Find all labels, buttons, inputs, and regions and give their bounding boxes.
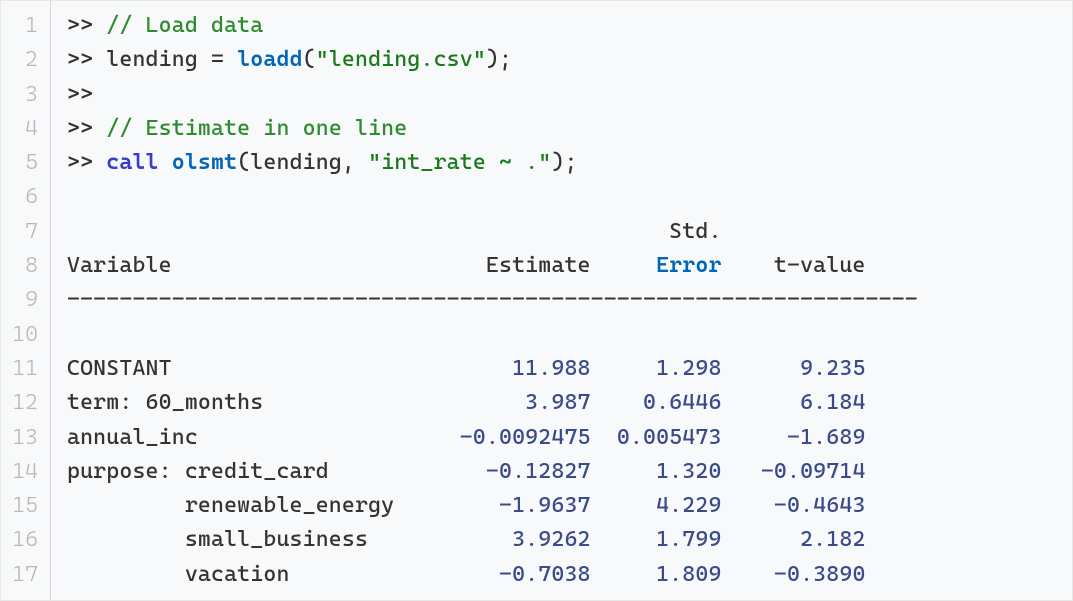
code-block: 1 2 3 4 5 6 7 8 9 10 11 12 13 14 15 16 1…: [0, 0, 1073, 601]
code-line-6: [67, 180, 1056, 214]
header-error-accent: Error: [656, 253, 721, 278]
output-row: purpose: credit_card -0.12827 1.320 -0.0…: [67, 455, 1056, 489]
arg: lending: [250, 150, 342, 175]
line-number: 8: [9, 249, 38, 283]
line-number: 15: [9, 489, 38, 523]
prompt: >>: [67, 150, 93, 175]
code-line-5: >> call olsmt(lending, "int_rate ~ .");: [67, 146, 1056, 180]
line-number: 4: [9, 112, 38, 146]
keyword-call: call: [106, 150, 158, 175]
output-row: annual_inc -0.0092475 0.005473 -1.689: [67, 421, 1056, 455]
comma: ,: [342, 150, 368, 175]
code-line-1: >> // Load data: [67, 9, 1056, 43]
line-number: 11: [9, 352, 38, 386]
function-call: loadd: [237, 47, 302, 72]
line-number: 12: [9, 386, 38, 420]
line-number: 2: [9, 43, 38, 77]
paren: );: [486, 47, 512, 72]
line-number: 6: [9, 180, 38, 214]
prompt: >>: [67, 13, 93, 38]
code-line-4: >> // Estimate in one line: [67, 112, 1056, 146]
prompt: >>: [67, 82, 93, 107]
line-number: 10: [9, 318, 38, 352]
line-number: 9: [9, 283, 38, 317]
string-literal: "int_rate ~ .": [368, 150, 551, 175]
string-literal: "lending.csv": [316, 47, 486, 72]
assign-op: =: [211, 47, 224, 72]
paren: (: [303, 47, 316, 72]
output-header-top: Std.: [67, 215, 1056, 249]
line-number-gutter: 1 2 3 4 5 6 7 8 9 10 11 12 13 14 15 16 1…: [1, 1, 51, 600]
prompt: >>: [67, 47, 93, 72]
output-header-main: Variable Estimate Error t-value: [67, 249, 1056, 283]
function-call: olsmt: [172, 150, 237, 175]
output-row: term: 60_months 3.987 0.6446 6.184: [67, 386, 1056, 420]
output-row: vacation -0.7038 1.809 -0.3890: [67, 558, 1056, 592]
variable: lending: [106, 47, 198, 72]
output-row: CONSTANT 11.988 1.298 9.235: [67, 352, 1056, 386]
comment: // Load data: [106, 13, 263, 38]
comment: // Estimate in one line: [106, 116, 407, 141]
paren: (: [237, 150, 250, 175]
paren: );: [551, 150, 577, 175]
line-number: 5: [9, 146, 38, 180]
output-divider: ----------------------------------------…: [67, 283, 1056, 317]
code-line-3: >>: [67, 78, 1056, 112]
code-area: >> // Load data >> lending = loadd("lend…: [51, 1, 1072, 600]
line-number: 1: [9, 9, 38, 43]
code-line-10: [67, 318, 1056, 352]
code-line-2: >> lending = loadd("lending.csv");: [67, 43, 1056, 77]
prompt: >>: [67, 116, 93, 141]
line-number: 14: [9, 455, 38, 489]
output-row: renewable_energy -1.9637 4.229 -0.4643: [67, 489, 1056, 523]
line-number: 13: [9, 421, 38, 455]
line-number: 7: [9, 215, 38, 249]
line-number: 3: [9, 78, 38, 112]
line-number: 17: [9, 558, 38, 592]
line-number: 16: [9, 523, 38, 557]
output-row: small_business 3.9262 1.799 2.182: [67, 523, 1056, 557]
